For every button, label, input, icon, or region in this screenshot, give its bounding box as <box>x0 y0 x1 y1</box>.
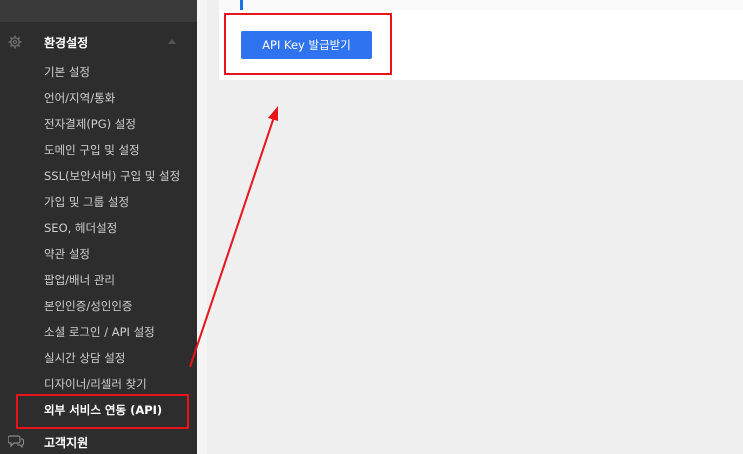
arrow-head <box>268 106 278 121</box>
sidebar-item[interactable]: 전자결제(PG) 설정 <box>0 111 197 137</box>
sidebar-item[interactable]: 본인인증/성인인증 <box>0 293 197 319</box>
sidebar-item[interactable]: SSL(보안서버) 구입 및 설정 <box>0 163 197 189</box>
sidebar-section-settings[interactable]: 환경설정 <box>0 29 197 55</box>
sidebar-item-support[interactable]: 고객지원 <box>0 430 197 454</box>
sidebar-item[interactable]: 기본 설정 <box>0 59 197 85</box>
sidebar-menu: 기본 설정 언어/지역/통화 전자결제(PG) 설정 도메인 구입 및 설정 SSL(보… <box>0 59 197 423</box>
sidebar-item[interactable]: SEO, 헤더설정 <box>0 215 197 241</box>
sidebar-top-strip <box>0 0 197 22</box>
sidebar-item[interactable]: 약관 설정 <box>0 241 197 267</box>
gear-icon <box>8 35 22 49</box>
sidebar-section-title: 환경설정 <box>44 36 89 50</box>
sidebar-item[interactable]: 언어/지역/통화 <box>0 85 197 111</box>
highlight-box-button <box>224 13 392 75</box>
sidebar-divider <box>197 0 207 454</box>
sidebar-item[interactable]: 도메인 구입 및 설정 <box>0 137 197 163</box>
sidebar-item[interactable]: 팝업/배너 관리 <box>0 267 197 293</box>
chat-icon <box>8 435 24 448</box>
sidebar-footer-label: 고객지원 <box>44 436 89 450</box>
sidebar-item[interactable]: 소셜 로그인 / API 설정 <box>0 319 197 345</box>
sidebar-item[interactable]: 실시간 상담 설정 <box>0 345 197 371</box>
panel-top-section <box>219 0 743 10</box>
caret-up-icon <box>168 39 176 44</box>
sidebar-item[interactable]: 가입 및 그룹 설정 <box>0 189 197 215</box>
panel-accent-bar <box>240 0 243 10</box>
sidebar: 환경설정 기본 설정 언어/지역/통화 전자결제(PG) 설정 도메인 구입 및 설정… <box>0 0 197 454</box>
highlight-box-menu-item <box>16 394 189 429</box>
